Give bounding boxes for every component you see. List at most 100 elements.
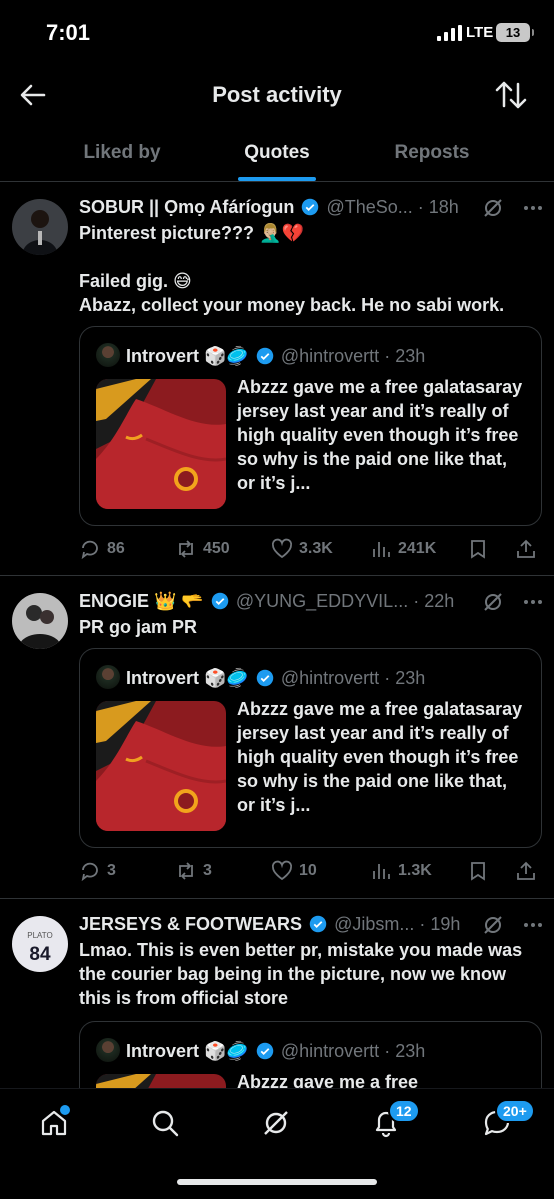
post-header: JERSEYS & FOOTWEARS @Jibsm... · 19h — [79, 914, 544, 938]
bookmark-button[interactable] — [467, 860, 489, 882]
post-time: · 22h — [413, 591, 455, 611]
quoted-post-header: Introvert 🎲🥏 @hintrovertt · 23h — [96, 343, 425, 367]
quoted-avatar — [96, 1038, 120, 1062]
quoted-post-text: Abzzz gave me a free galatasaray jersey … — [237, 699, 523, 815]
search-icon — [152, 1110, 179, 1137]
post[interactable]: ENOGIE 👑 🫳 @YUNG_EDDYVIL... · 22h PR go … — [0, 577, 554, 899]
quoted-author-handle: @hintrovertt — [280, 1041, 380, 1061]
verified-badge-icon — [256, 347, 274, 365]
like-button[interactable]: 10 — [271, 860, 317, 882]
reply-button[interactable]: 86 — [79, 538, 125, 560]
more-options-icon[interactable] — [522, 914, 544, 936]
verified-badge-icon — [302, 198, 319, 216]
post-text: PR go jam PR — [79, 617, 198, 637]
home-tab[interactable] — [38, 1105, 74, 1143]
tab-reposts[interactable]: Reposts — [372, 142, 492, 164]
quoted-author-name: Introvert 🎲🥏 — [126, 668, 249, 688]
quoted-avatar — [96, 665, 120, 689]
notifications-tab[interactable]: 12 — [370, 1099, 420, 1143]
search-tab[interactable] — [149, 1107, 185, 1143]
share-icon — [517, 861, 535, 880]
grok-icon — [264, 1111, 288, 1135]
reply-count: 3 — [107, 862, 116, 879]
quoted-post[interactable]: Introvert 🎲🥏 @hintrovertt · 23h Abzzz ga… — [79, 648, 542, 848]
repost-button[interactable]: 3 — [175, 860, 212, 882]
battery-icon: 13 — [496, 23, 534, 42]
status-bar: 7:01 LTE 13 — [0, 0, 554, 66]
reply-button[interactable]: 3 — [79, 860, 116, 882]
quoted-post-time: · 23h — [384, 668, 426, 688]
share-icon — [517, 539, 535, 558]
network-type: LTE — [466, 24, 494, 41]
views-button[interactable]: 241K — [370, 538, 436, 560]
post-actions: 3 3 10 1.3K — [79, 860, 544, 884]
post-time: · 18h — [417, 197, 459, 217]
views-button[interactable]: 1.3K — [370, 860, 432, 882]
share-button[interactable] — [515, 538, 537, 560]
reply-icon — [81, 540, 98, 560]
avatar[interactable] — [12, 593, 68, 649]
jersey-image[interactable] — [96, 379, 226, 509]
author-handle: @Jibsm... — [334, 914, 415, 934]
grok-icon[interactable] — [482, 591, 504, 613]
like-button[interactable]: 3.3K — [271, 538, 333, 560]
view-count: 241K — [398, 540, 437, 557]
bookmark-icon — [471, 862, 485, 881]
repost-button[interactable]: 450 — [175, 538, 230, 560]
home-indicator — [177, 1179, 377, 1185]
avatar-jersey-name: PLATO — [27, 931, 53, 940]
verified-badge-icon — [211, 592, 229, 610]
author-name[interactable]: ENOGIE 👑 🫳 — [79, 591, 204, 611]
repost-count: 3 — [203, 862, 212, 879]
verified-badge-icon — [309, 915, 327, 933]
post-header: ENOGIE 👑 🫳 @YUNG_EDDYVIL... · 22h — [79, 591, 544, 615]
quoted-avatar — [96, 343, 120, 367]
tab-quotes[interactable]: Quotes — [217, 142, 337, 164]
author-handle: @YUNG_EDDYVIL... — [235, 591, 409, 611]
quoted-post-text: Abzzz gave me a free galatasaray jersey … — [237, 377, 523, 493]
grok-icon[interactable] — [482, 197, 504, 219]
status-time: 7:01 — [46, 20, 91, 45]
post-header: SOBUR || Ọmọ Afáríogun @TheSo... · 18h — [79, 197, 544, 221]
avatar-jersey-number: 84 — [29, 944, 51, 965]
more-options-icon[interactable] — [522, 197, 544, 219]
sort-icon[interactable] — [494, 78, 528, 112]
repost-count: 450 — [203, 540, 230, 557]
jersey-image[interactable] — [96, 701, 226, 831]
avatar[interactable] — [12, 199, 68, 255]
share-button[interactable] — [515, 860, 537, 882]
post-actions: 86 450 3.3K 241K — [79, 538, 544, 562]
quoted-author-handle: @hintrovertt — [280, 668, 380, 688]
quoted-post[interactable]: Introvert 🎲🥏 @hintrovertt · 23h Abzzz ga… — [79, 326, 542, 526]
bookmark-icon — [471, 540, 485, 559]
post[interactable]: SOBUR || Ọmọ Afáríogun @TheSo... · 18h P… — [0, 183, 554, 576]
messages-badge: 20+ — [495, 1099, 535, 1123]
author-name[interactable]: JERSEYS & FOOTWEARS — [79, 914, 302, 934]
grok-tab[interactable] — [260, 1107, 296, 1143]
verified-badge-icon — [256, 1042, 274, 1060]
home-new-dot — [60, 1105, 70, 1115]
author-name[interactable]: SOBUR || Ọmọ Afáríogun — [79, 197, 294, 217]
grok-icon[interactable] — [482, 914, 504, 936]
quoted-post-header: Introvert 🎲🥏 @hintrovertt · 23h — [96, 665, 425, 689]
heart-icon — [271, 860, 293, 881]
quoted-author-handle: @hintrovertt — [280, 346, 380, 366]
messages-tab[interactable]: 20+ — [481, 1099, 535, 1143]
tab-bar-top: Liked by Quotes Reposts — [0, 124, 554, 182]
active-tab-indicator — [238, 177, 316, 181]
bookmark-button[interactable] — [467, 538, 489, 560]
like-count: 3.3K — [299, 540, 333, 557]
tab-liked-by[interactable]: Liked by — [62, 142, 182, 164]
quoted-post-time: · 23h — [384, 346, 426, 366]
quoted-post-time: · 23h — [384, 1041, 426, 1061]
avatar[interactable]: PLATO 84 — [12, 916, 68, 972]
reply-count: 86 — [107, 540, 125, 557]
more-options-icon[interactable] — [522, 591, 544, 613]
verified-badge-icon — [256, 669, 274, 687]
like-count: 10 — [299, 862, 317, 879]
view-count: 1.3K — [398, 862, 432, 879]
page-title: Post activity — [212, 82, 342, 107]
top-bar: Post activity — [0, 66, 554, 124]
quoted-author-name: Introvert 🎲🥏 — [126, 1041, 249, 1061]
post-time: · 19h — [419, 914, 461, 934]
